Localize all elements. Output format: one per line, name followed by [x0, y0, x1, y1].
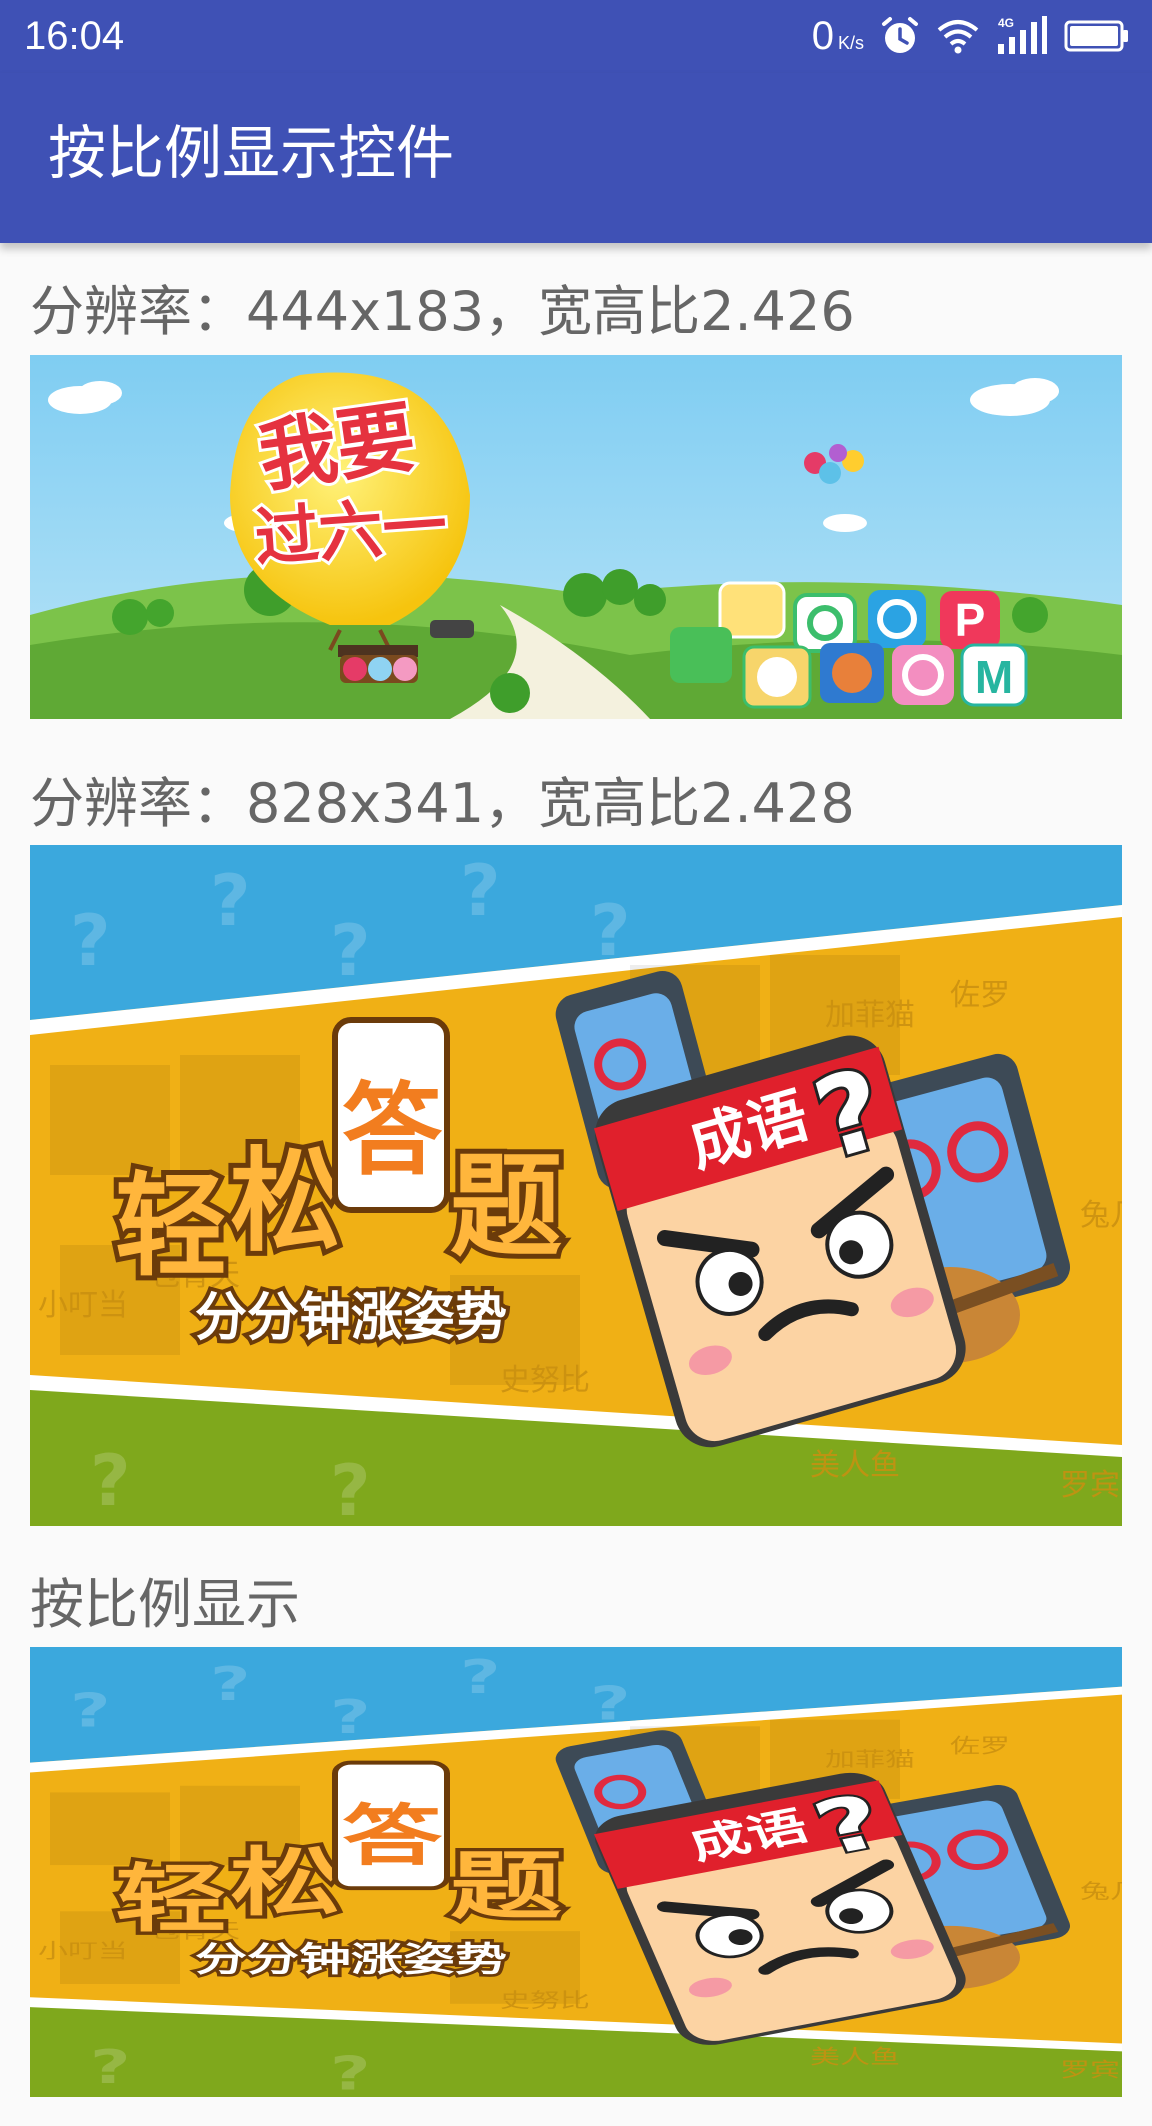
tile-word-8: 美人鱼	[810, 1448, 900, 1483]
banner2-title-char-3: 答	[342, 1072, 443, 1189]
banner1-app-icon-m: M	[975, 651, 1013, 703]
wifi-icon	[937, 20, 979, 54]
banner3-title-char-4: 题	[450, 1843, 562, 1929]
svg-text:?: ?	[210, 1657, 251, 1711]
banner2-title-char-1: 轻	[115, 1162, 227, 1292]
alarm-icon	[882, 17, 918, 53]
caption-aspect-ratio: 按比例显示	[30, 1573, 300, 1636]
network-speed: 0 K/s	[812, 12, 864, 60]
tile-word-9: 兔几	[1080, 1879, 1122, 1902]
caption-resolution-2: 分辨率：828x341，宽高比2.428	[30, 772, 855, 835]
svg-text:?: ?	[90, 2040, 131, 2094]
app-bar-title: 按比例显示控件	[48, 119, 455, 187]
tile-word-1: 小叮当	[38, 1288, 128, 1323]
svg-text:?: ?	[90, 1440, 131, 1522]
svg-text:?: ?	[330, 910, 371, 992]
tile-word-7: 罗宾汉	[1060, 2058, 1122, 2081]
banner3-title-char-1: 轻	[115, 1857, 227, 1943]
tile-word-4: 佐罗	[950, 978, 1010, 1013]
banner3-title-char-2: 松	[230, 1840, 342, 1926]
banner2-title-char-2: 松	[230, 1137, 342, 1267]
svg-text:?: ?	[330, 1690, 371, 1744]
battery-icon	[1064, 20, 1128, 52]
banner3-title-char-3: 答	[342, 1797, 442, 1874]
svg-text:?: ?	[460, 1650, 501, 1704]
banner1-app-icon-p: P	[955, 594, 986, 646]
aspect-ratio-image: 小叮当 包青天 加菲猫 佐罗 兔八 史努比 罗宾汉 美人鱼 兔几 ? ? ? ?…	[30, 1647, 1122, 2097]
status-bar: 16:04 0 K/s 4G	[0, 0, 1152, 73]
tile-word-7: 罗宾汉	[1060, 1468, 1122, 1503]
svg-text:4G: 4G	[998, 16, 1014, 30]
status-icons: 0 K/s 4G	[812, 12, 1130, 60]
svg-text:?: ?	[590, 890, 631, 972]
svg-text:?: ?	[70, 1683, 111, 1737]
app-bar: 按比例显示控件	[0, 73, 1152, 243]
svg-text:?: ?	[330, 1450, 371, 1526]
tile-word-9: 兔几	[1080, 1198, 1122, 1233]
banner-image-2: 小叮当 包青天 加菲猫 佐罗 兔八 史努比 罗宾汉 美人鱼 兔几 ? ? ? ?…	[30, 845, 1122, 1526]
caption-resolution-1: 分辨率：444x183，宽高比2.426	[30, 280, 855, 343]
svg-text:?: ?	[70, 900, 111, 982]
banner2-subtitle: 分分钟涨姿势	[195, 1288, 507, 1348]
status-time: 16:04	[24, 14, 125, 58]
banner1-title-line2: 过六一	[253, 489, 450, 576]
banner3-subtitle: 分分钟涨姿势	[195, 1940, 507, 1980]
banner-image-1: 我要 过六一 P M	[30, 355, 1122, 719]
signal-4g-icon: 4G	[998, 16, 1047, 54]
tile-word-3: 加菲猫	[825, 1747, 915, 1770]
tile-word-8: 美人鱼	[810, 2045, 900, 2068]
network-speed-unit: K/s	[837, 33, 864, 53]
tile-word-6: 史努比	[500, 1363, 590, 1398]
svg-text:?: ?	[590, 1677, 631, 1731]
network-speed-value: 0	[811, 14, 834, 58]
svg-text:?: ?	[460, 850, 501, 932]
svg-text:?: ?	[210, 860, 251, 942]
tile-word-6: 史努比	[500, 1988, 590, 2011]
banner2-title-char-4: 题	[450, 1142, 562, 1272]
tile-word-3: 加菲猫	[825, 998, 915, 1033]
tile-word-4: 佐罗	[950, 1734, 1010, 1757]
svg-text:?: ?	[330, 2047, 371, 2097]
